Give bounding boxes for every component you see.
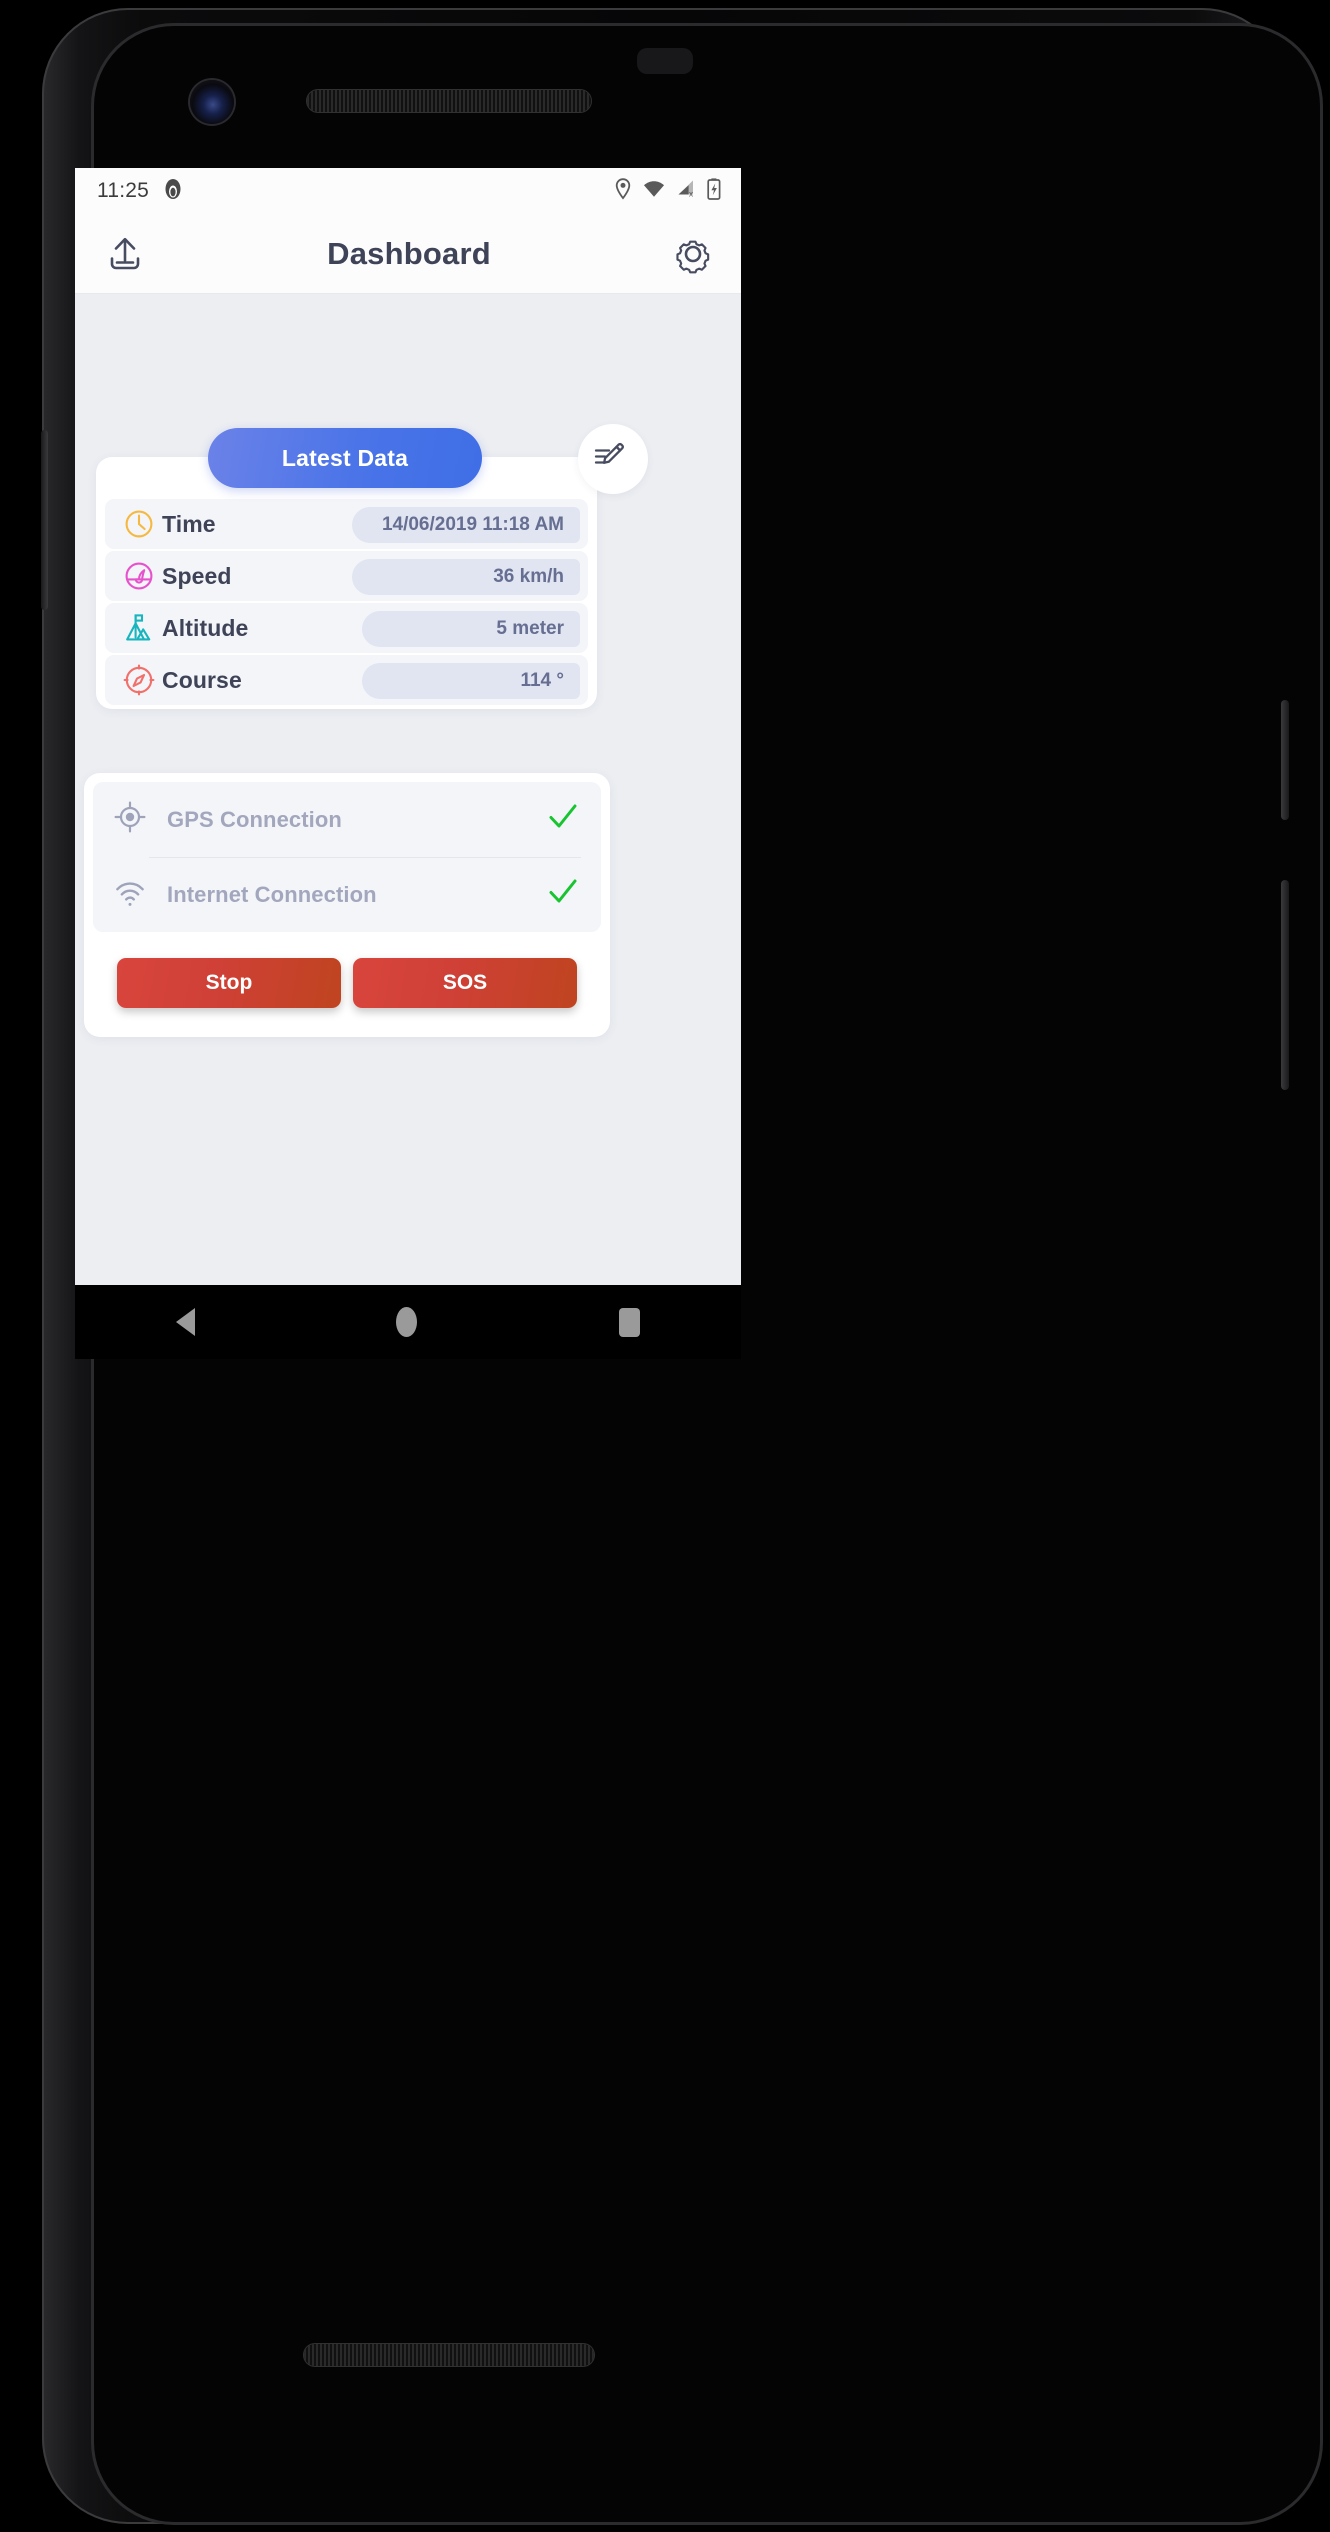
action-buttons: Stop SOS — [93, 958, 601, 1008]
table-row[interactable]: Speed 36 km/h — [105, 551, 588, 601]
mountain-flag-icon — [116, 611, 162, 645]
tab-latest-data[interactable]: Latest Data — [208, 428, 482, 488]
row-value: 36 km/h — [352, 559, 580, 595]
connection-label: GPS Connection — [167, 806, 342, 832]
volume-button[interactable] — [1281, 880, 1289, 1090]
dashboard-body: Latest Data Time 14/06/2019 11:18 AM Spe… — [75, 294, 741, 1285]
check-icon — [545, 874, 581, 915]
row-value: 14/06/2019 11:18 AM — [352, 507, 580, 543]
svg-text:x: x — [689, 190, 693, 198]
list-item: Internet Connection — [113, 857, 581, 932]
page-title: Dashboard — [327, 235, 491, 271]
row-label: Altitude — [162, 614, 249, 641]
app-notification-icon — [161, 177, 185, 206]
row-label: Speed — [162, 562, 232, 589]
compass-icon — [116, 663, 162, 697]
table-row[interactable]: Course 114 ° — [105, 655, 588, 705]
proximity-sensor-notch — [637, 48, 693, 74]
app-bar: Dashboard — [75, 214, 741, 294]
list-item: GPS Connection — [113, 782, 581, 857]
front-camera-icon — [190, 80, 234, 124]
latest-data-card: Time 14/06/2019 11:18 AM Speed 36 km/h A… — [96, 457, 597, 709]
row-value: 5 meter — [362, 611, 580, 647]
sos-button[interactable]: SOS — [353, 958, 577, 1008]
table-row[interactable]: Time 14/06/2019 11:18 AM — [105, 499, 588, 549]
connection-panel: GPS Connection Internet Connection — [93, 782, 601, 932]
bottom-speaker-grille — [304, 2344, 594, 2366]
upload-icon[interactable] — [103, 232, 147, 276]
gps-target-icon — [113, 800, 147, 839]
left-side-button[interactable] — [41, 430, 48, 610]
wifi-icon — [643, 180, 665, 203]
settings-gear-icon[interactable] — [671, 232, 715, 276]
connection-label: Internet Connection — [167, 881, 377, 907]
edit-pencil-button[interactable] — [578, 424, 648, 494]
home-circle-icon[interactable] — [396, 1307, 418, 1337]
row-value: 114 ° — [362, 663, 580, 699]
status-bar-clock: 11:25 — [97, 179, 149, 202]
speedometer-icon — [116, 559, 162, 593]
android-navigation-bar — [75, 1285, 741, 1359]
back-triangle-icon[interactable] — [175, 1308, 195, 1336]
cellular-no-sim-icon: x — [676, 179, 696, 203]
clock-icon — [116, 507, 162, 541]
location-pin-icon — [614, 177, 632, 205]
status-bar: 11:25 x — [75, 168, 741, 214]
battery-charging-icon — [707, 177, 721, 205]
check-icon — [545, 799, 581, 840]
tab-latest-data-label: Latest Data — [281, 444, 409, 471]
recents-square-icon[interactable] — [619, 1307, 641, 1337]
earpiece-speaker-grille — [307, 90, 591, 112]
row-label: Course — [162, 666, 242, 693]
power-button[interactable] — [1281, 700, 1289, 820]
table-row[interactable]: Altitude 5 meter — [105, 603, 588, 653]
stop-button[interactable]: Stop — [117, 958, 341, 1008]
row-label: Time — [162, 510, 216, 537]
wifi-signal-icon — [113, 875, 147, 914]
phone-screen: 11:25 x Dashboard Latest Data Time 14/06… — [75, 168, 741, 1285]
connection-status-card: GPS Connection Internet Connection Stop … — [84, 773, 610, 1037]
